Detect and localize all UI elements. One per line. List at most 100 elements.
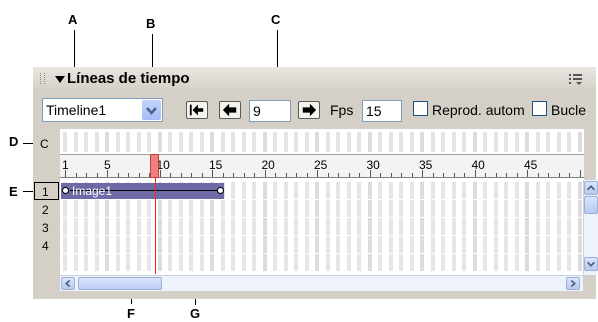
frame-cell[interactable] — [514, 200, 519, 217]
frame-cell[interactable] — [178, 236, 183, 253]
frame-cell[interactable] — [535, 218, 540, 235]
frame-cell[interactable] — [409, 236, 414, 253]
frame-cell[interactable] — [378, 200, 382, 217]
frame-cell[interactable] — [210, 218, 214, 235]
scroll-up-icon[interactable] — [584, 181, 598, 195]
frame-cell[interactable] — [294, 200, 298, 217]
frame-cell[interactable] — [556, 132, 561, 152]
frame-cell[interactable] — [346, 182, 351, 199]
frame-cell[interactable] — [115, 218, 120, 235]
frame-cell[interactable] — [273, 200, 277, 217]
frame-cell[interactable] — [126, 218, 130, 235]
frame-cell[interactable] — [441, 132, 445, 152]
frame-cell[interactable] — [514, 254, 519, 271]
frame-cell[interactable] — [262, 254, 267, 271]
frame-cell[interactable] — [136, 254, 141, 271]
frame-cell[interactable] — [525, 132, 529, 152]
frame-cell[interactable] — [220, 200, 225, 217]
frame-cell[interactable] — [63, 254, 67, 271]
frame-cell[interactable] — [378, 236, 382, 253]
frame-cell[interactable] — [378, 218, 382, 235]
frame-cell[interactable] — [336, 236, 340, 253]
frame-cell[interactable] — [504, 254, 508, 271]
frame-cell[interactable] — [577, 218, 582, 235]
frame-cell[interactable] — [315, 236, 319, 253]
frame-cell[interactable] — [220, 236, 225, 253]
frame-cell[interactable] — [304, 200, 309, 217]
frame-cell[interactable] — [367, 236, 372, 253]
frame-cell[interactable] — [325, 236, 330, 253]
frame-cell[interactable] — [199, 132, 204, 152]
frame-cell[interactable] — [231, 182, 235, 199]
frame-cell[interactable] — [304, 236, 309, 253]
frame-cell[interactable] — [546, 254, 550, 271]
frame-cell[interactable] — [483, 236, 487, 253]
frame-cell[interactable] — [493, 218, 498, 235]
frame-cell[interactable] — [535, 254, 540, 271]
frame-cell[interactable] — [325, 254, 330, 271]
frame-cell[interactable] — [430, 218, 435, 235]
frame-cell[interactable] — [525, 236, 529, 253]
frame-cell[interactable] — [126, 132, 130, 152]
scroll-right-icon[interactable] — [566, 277, 580, 290]
scroll-down-icon[interactable] — [584, 257, 598, 271]
row-label-3[interactable]: 3 — [42, 221, 49, 235]
frame-cell[interactable] — [399, 254, 403, 271]
options-menu-icon[interactable] — [569, 73, 583, 85]
frame-cell[interactable] — [462, 132, 466, 152]
frame-cell[interactable] — [73, 218, 78, 235]
frame-cell[interactable] — [210, 132, 214, 152]
frame-cell[interactable] — [430, 132, 435, 152]
frame-cell[interactable] — [556, 218, 561, 235]
frame-cell[interactable] — [241, 254, 246, 271]
frame-cell[interactable] — [336, 218, 340, 235]
frame-cell[interactable] — [388, 200, 393, 217]
frame-cell[interactable] — [357, 200, 361, 217]
frame-cell[interactable] — [577, 182, 582, 199]
frame-cell[interactable] — [262, 200, 267, 217]
frame-cell[interactable] — [430, 236, 435, 253]
frame-cell[interactable] — [567, 236, 571, 253]
frame-cell[interactable] — [493, 254, 498, 271]
frame-cell[interactable] — [210, 254, 214, 271]
frame-cell[interactable] — [94, 236, 99, 253]
frame-cell[interactable] — [514, 236, 519, 253]
row-label-4[interactable]: 4 — [42, 239, 49, 253]
keyframe-start[interactable] — [62, 187, 69, 194]
frame-cell[interactable] — [273, 236, 277, 253]
frame-cell[interactable] — [556, 182, 561, 199]
frame-cell[interactable] — [409, 254, 414, 271]
frame-cell[interactable] — [283, 182, 288, 199]
frame-cell[interactable] — [220, 218, 225, 235]
frame-cell[interactable] — [430, 254, 435, 271]
frame-cell[interactable] — [577, 132, 582, 152]
frame-cell[interactable] — [577, 236, 582, 253]
frame-cell[interactable] — [567, 218, 571, 235]
frame-cell[interactable] — [525, 200, 529, 217]
frame-ruler[interactable]: 1 5 10 15 20 25 30 35 40 45 — [60, 154, 584, 178]
frame-cell[interactable] — [126, 200, 130, 217]
frame-cell[interactable] — [567, 132, 571, 152]
frame-cell[interactable] — [462, 254, 466, 271]
collapse-triangle-icon[interactable] — [55, 76, 65, 83]
frame-cell[interactable] — [94, 200, 99, 217]
frame-cell[interactable] — [441, 182, 445, 199]
frame-cell[interactable] — [283, 200, 288, 217]
frame-cell[interactable] — [315, 200, 319, 217]
frame-cell[interactable] — [105, 236, 109, 253]
frame-cell[interactable] — [451, 218, 456, 235]
frame-cell[interactable] — [357, 132, 361, 152]
frame-cell[interactable] — [231, 200, 235, 217]
frame-cell[interactable] — [378, 132, 382, 152]
frame-cell[interactable] — [504, 218, 508, 235]
frame-cell[interactable] — [388, 182, 393, 199]
frame-cell[interactable] — [441, 218, 445, 235]
frame-cell[interactable] — [367, 218, 372, 235]
frame-cell[interactable] — [451, 200, 456, 217]
frame-cell[interactable] — [357, 254, 361, 271]
frame-cell[interactable] — [420, 236, 424, 253]
frame-cell[interactable] — [472, 236, 477, 253]
frame-cell[interactable] — [252, 132, 256, 152]
frame-cell[interactable] — [199, 254, 204, 271]
frame-cell[interactable] — [94, 132, 99, 152]
